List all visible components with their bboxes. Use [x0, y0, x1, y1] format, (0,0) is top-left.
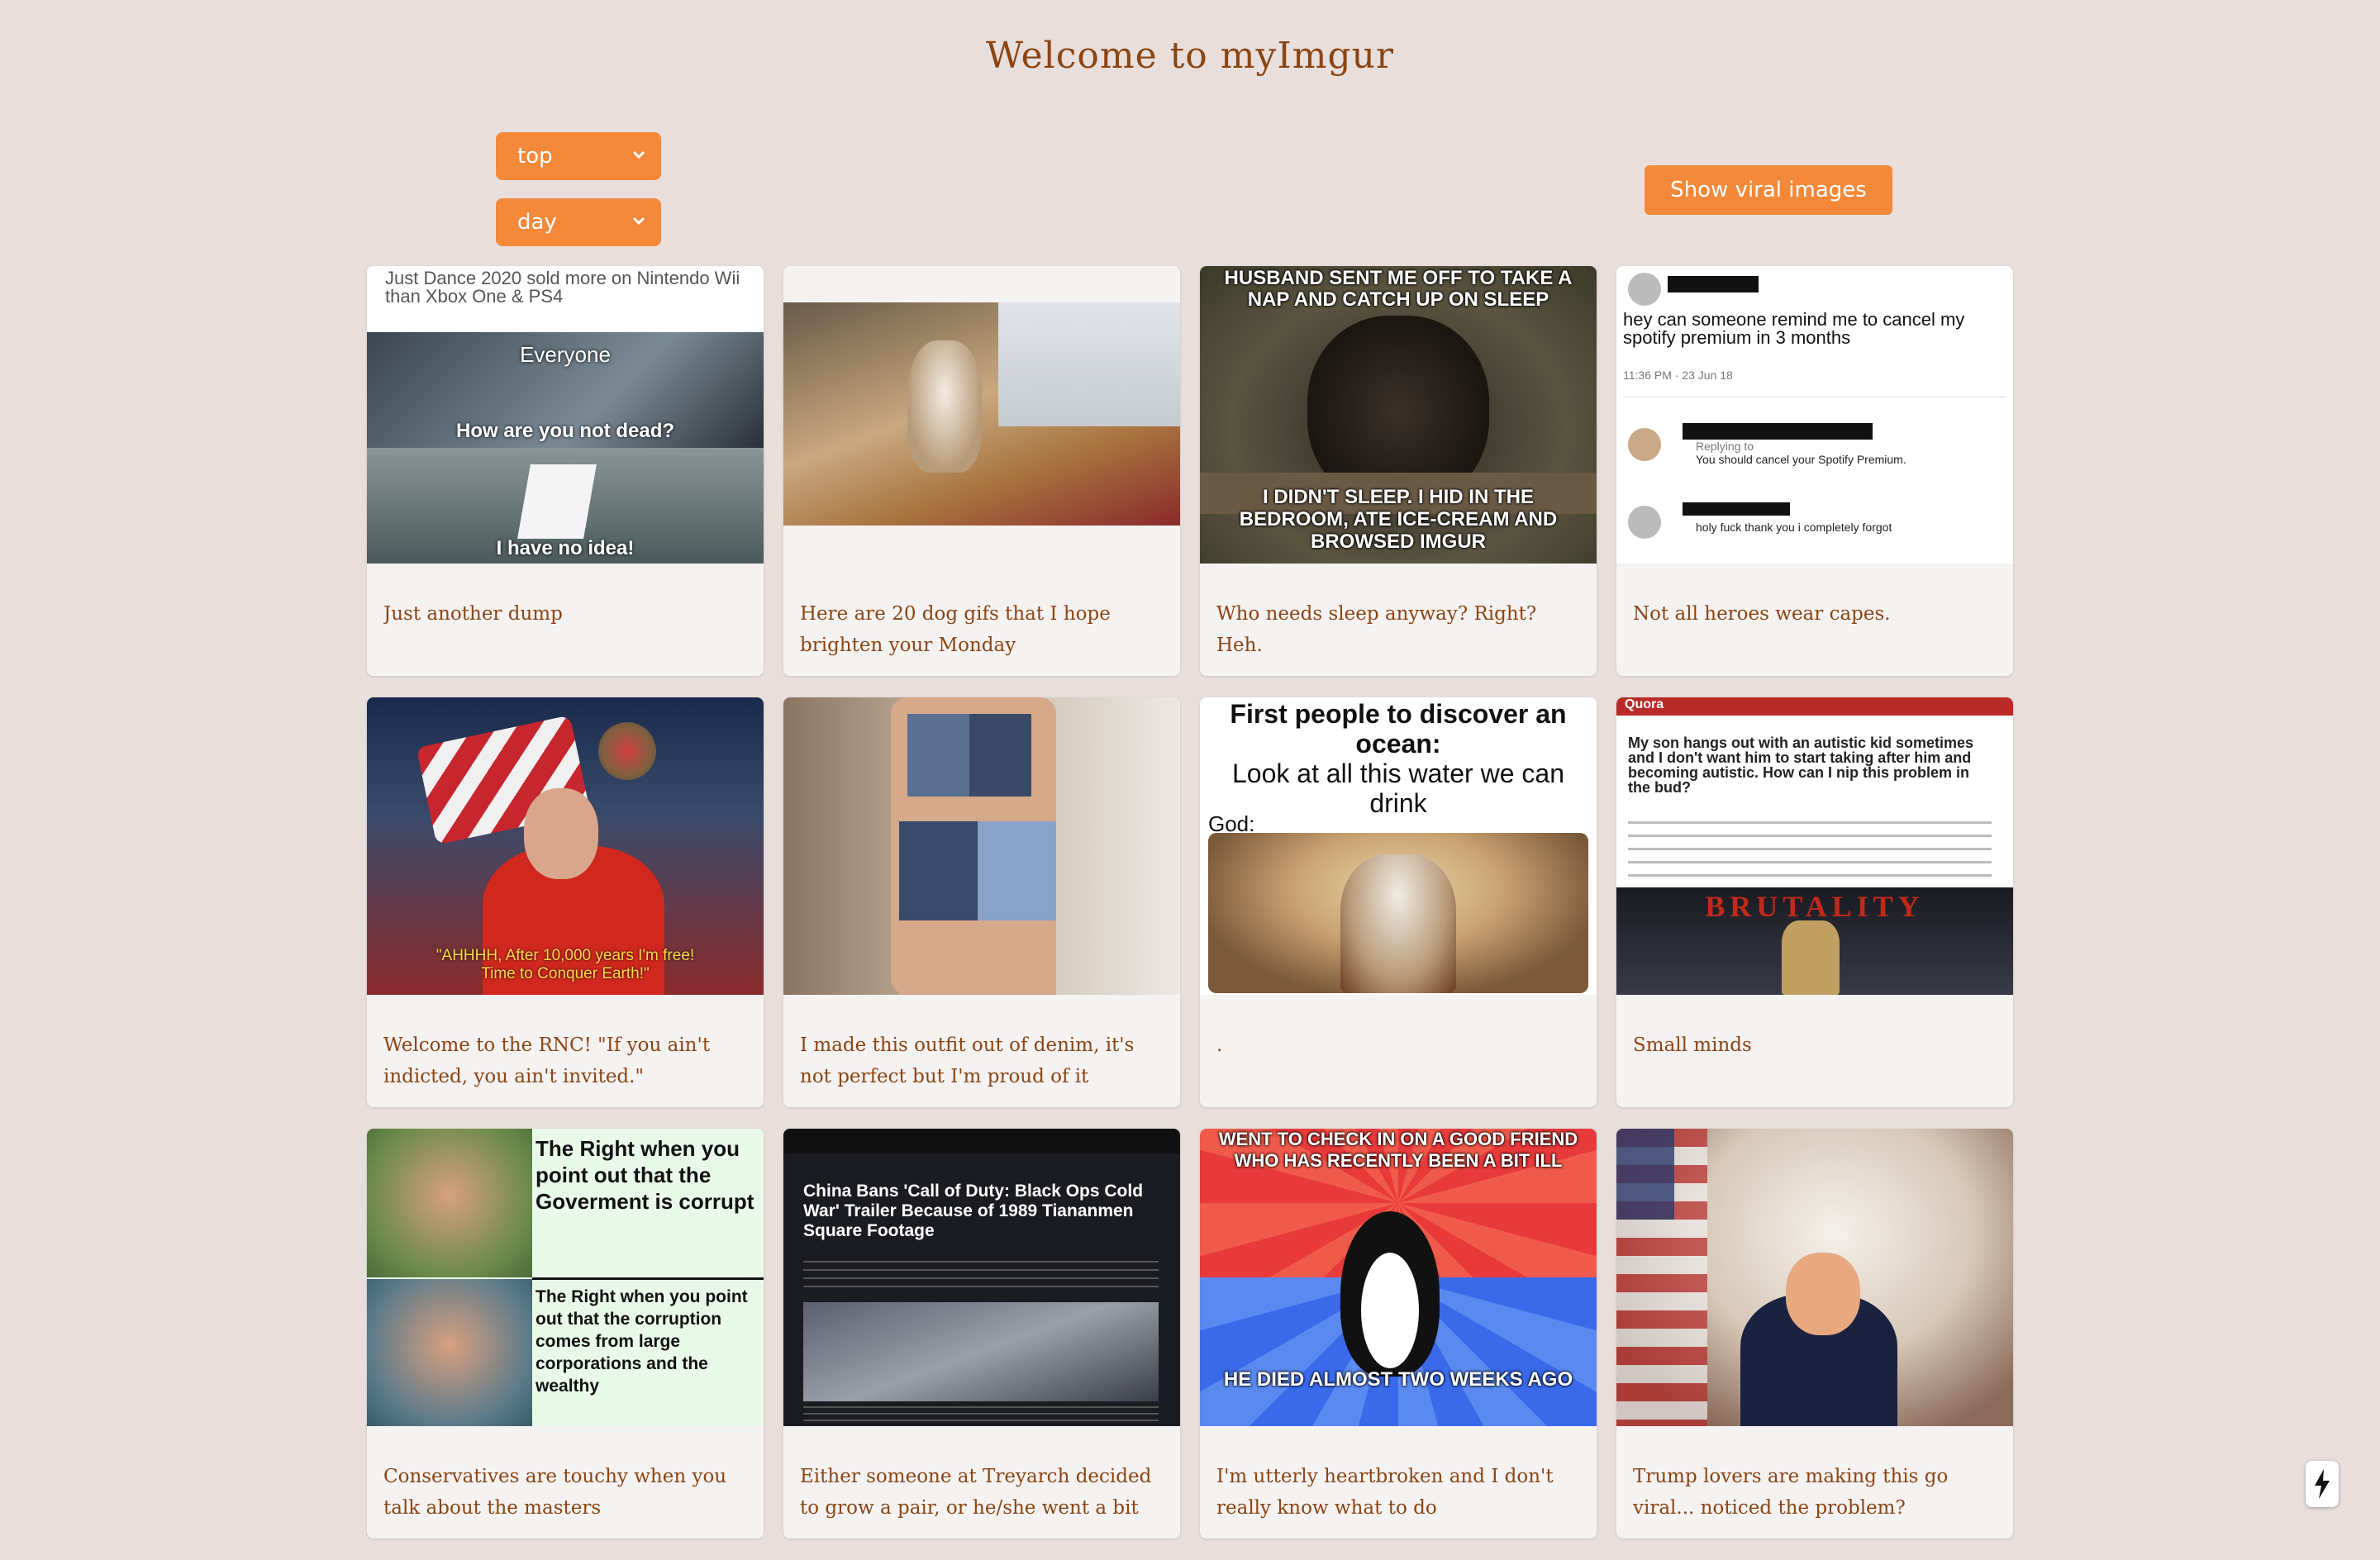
post-card[interactable]: Trump lovers are making this go viral...… [1616, 1129, 2013, 1539]
post-card[interactable]: WENT TO CHECK IN ON A GOOD FRIEND WHO HA… [1200, 1129, 1597, 1539]
post-caption: I made this outfit out of denim, it's no… [800, 1034, 1135, 1087]
image-meme-text: HUSBAND SENT ME OFF TO TAKE A NAP AND CA… [1224, 267, 1573, 311]
image-meme-text: Look at all this water we can drink [1232, 759, 1564, 818]
post-caption: Just another dump [383, 603, 563, 625]
post-image[interactable]: China Bans 'Call of Duty: Black Ops Cold… [783, 1129, 1180, 1426]
chevron-down-icon [632, 216, 645, 226]
post-caption: . [1216, 1034, 1223, 1056]
image-tweet-time: 11:36 PM · 23 Jun 18 [1623, 369, 1733, 382]
post-image[interactable]: Just Dance 2020 sold more on Nintendo Wi… [367, 266, 764, 564]
post-card[interactable]: First people to discover an ocean: Look … [1200, 697, 1597, 1107]
post-caption: Small minds [1633, 1034, 1752, 1056]
post-card[interactable]: China Bans 'Call of Duty: Black Ops Cold… [783, 1129, 1180, 1539]
image-caption-text: Just Dance 2020 sold more on Nintendo Wi… [385, 268, 740, 307]
image-meme-text: First people to discover an ocean: [1230, 699, 1567, 759]
post-caption: Who needs sleep anyway? Right? Heh. [1216, 603, 1537, 656]
post-image[interactable] [783, 266, 1180, 564]
show-viral-images-button[interactable]: Show viral images [1645, 165, 1892, 215]
section-select[interactable]: top [496, 132, 661, 180]
post-caption: Welcome to the RNC! "If you ain't indict… [383, 1034, 711, 1087]
post-image[interactable]: "AHHHH, After 10,000 years I'm free! Tim… [367, 697, 764, 995]
image-quora-text: My son hangs out with an autistic kid so… [1628, 735, 1974, 796]
chevron-down-icon [632, 150, 645, 159]
post-caption: Either someone at Treyarch decided to gr… [800, 1466, 1152, 1519]
post-card[interactable]: HUSBAND SENT ME OFF TO TAKE A NAP AND CA… [1200, 266, 1597, 676]
image-meme-text: HE DIED ALMOST TWO WEEKS AGO [1223, 1368, 1573, 1391]
image-meme-text: I DIDN'T SLEEP. I HID IN THE BEDROOM, AT… [1239, 486, 1558, 553]
post-card[interactable]: hey can someone remind me to cancel my s… [1616, 266, 2013, 676]
image-tweet-text: hey can someone remind me to cancel my s… [1623, 309, 1965, 348]
post-image[interactable]: Quora My son hangs out with an autistic … [1616, 697, 2013, 995]
post-caption: I'm utterly heartbroken and I don't real… [1216, 1466, 1554, 1519]
lightning-bolt-icon [2315, 1469, 2330, 1499]
image-meme-text: How are you not dead? [455, 420, 675, 442]
post-caption: Not all heroes wear capes. [1633, 603, 1891, 625]
image-meme-text: BRUTALITY [1705, 890, 1925, 923]
post-card[interactable]: The Right when you point out that the Go… [367, 1129, 764, 1539]
image-meme-text: "AHHHH, After 10,000 years I'm free! Tim… [436, 947, 695, 982]
post-image[interactable]: WENT TO CHECK IN ON A GOOD FRIEND WHO HA… [1200, 1129, 1597, 1426]
image-tweet-text: Replying to [1696, 440, 1754, 453]
post-card[interactable]: Quora My son hangs out with an autistic … [1616, 697, 2013, 1107]
image-meme-text: I have no idea! [496, 537, 635, 559]
post-card[interactable]: Just Dance 2020 sold more on Nintendo Wi… [367, 266, 764, 676]
post-image[interactable]: hey can someone remind me to cancel my s… [1616, 266, 2013, 564]
image-meme-text: The Right when you point out that the co… [536, 1287, 748, 1396]
window-select[interactable]: day [496, 198, 661, 246]
post-card[interactable]: Here are 20 dog gifs that I hope brighte… [783, 266, 1180, 676]
post-image[interactable]: First people to discover an ocean: Look … [1200, 697, 1597, 995]
post-image[interactable] [783, 697, 1180, 995]
dev-indicator-button[interactable] [2306, 1461, 2339, 1507]
post-image[interactable]: The Right when you point out that the Go… [367, 1129, 764, 1426]
post-card[interactable]: I made this outfit out of denim, it's no… [783, 697, 1180, 1107]
post-card[interactable]: "AHHHH, After 10,000 years I'm free! Tim… [367, 697, 764, 1107]
image-quora-header: Quora [1625, 697, 1664, 711]
image-article-title: China Bans 'Call of Duty: Black Ops Cold… [803, 1182, 1144, 1240]
image-tweet-text: holy fuck thank you i completely forgot [1696, 521, 1892, 534]
post-caption: Here are 20 dog gifs that I hope brighte… [800, 603, 1111, 656]
image-meme-text: The Right when you point out that the Go… [536, 1136, 754, 1214]
section-select-value: top [517, 144, 553, 169]
post-caption: Conservatives are touchy when you talk a… [383, 1466, 727, 1519]
image-tweet-text: You should cancel your Spotify Premium. [1696, 453, 1906, 466]
post-image[interactable]: HUSBAND SENT ME OFF TO TAKE A NAP AND CA… [1200, 266, 1597, 564]
window-select-value: day [517, 210, 557, 235]
image-meme-text: WENT TO CHECK IN ON A GOOD FRIEND WHO HA… [1218, 1129, 1578, 1171]
image-meme-text: Everyone [520, 342, 611, 367]
page-title: Welcome to myImgur [985, 35, 1394, 77]
post-image[interactable] [1616, 1129, 2013, 1426]
post-caption: Trump lovers are making this go viral...… [1633, 1466, 1949, 1519]
